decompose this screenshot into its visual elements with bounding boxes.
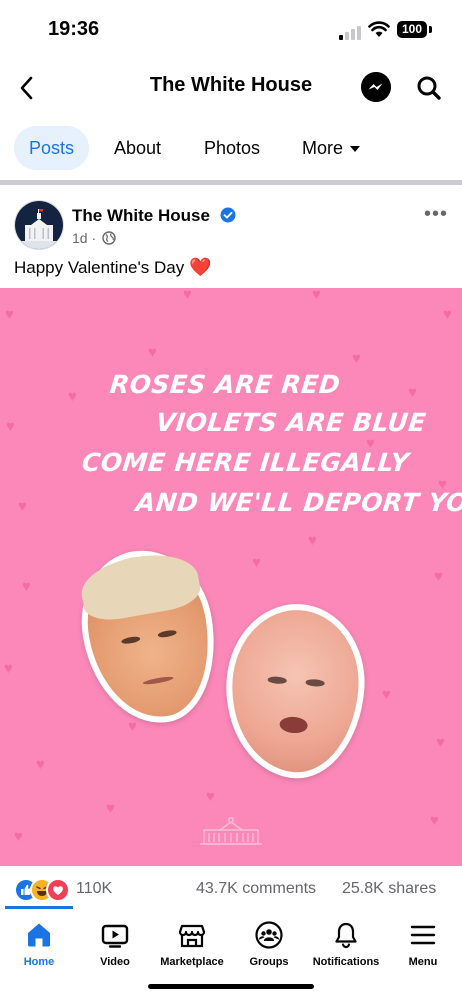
- comment-count[interactable]: 43.7K comments: [196, 880, 316, 898]
- nav-home-label: Home: [23, 956, 55, 968]
- video-icon: [101, 924, 129, 948]
- mouth: [279, 715, 309, 735]
- nav-marketplace-label: Marketplace: [160, 956, 224, 968]
- nav-groups[interactable]: Groups: [228, 920, 310, 984]
- tab-more-label: More: [302, 138, 344, 158]
- post-time[interactable]: 1d: [72, 230, 88, 246]
- nav-groups-label: Groups: [249, 956, 289, 968]
- nav-menu[interactable]: Menu: [382, 920, 462, 984]
- status-time: 19:36: [48, 18, 100, 40]
- nav-video-label: Video: [100, 956, 130, 968]
- heart-emoji: ❤️: [188, 257, 212, 277]
- nav-notifications[interactable]: Notifications: [305, 920, 387, 984]
- love-reaction-icon: [46, 878, 70, 902]
- mouth: [142, 675, 174, 686]
- battery-nub: [429, 26, 432, 33]
- right-eye: [157, 628, 178, 639]
- share-count[interactable]: 25.8K shares: [342, 880, 436, 898]
- post-header: The White House 1d · •••: [0, 195, 462, 255]
- white-house-logo: [15, 201, 63, 249]
- poem-line: ROSES ARE RED: [108, 370, 342, 399]
- verified-badge-icon: [220, 207, 236, 223]
- status-bar: 19:36 100: [0, 0, 462, 60]
- white-house-logo: [200, 817, 262, 845]
- left-eye: [267, 676, 288, 684]
- home-indicator: [148, 984, 314, 989]
- active-tab-indicator: [5, 906, 73, 909]
- signal-icon: [339, 24, 363, 40]
- poem-line: COME HERE ILLEGALLY: [80, 448, 411, 477]
- reaction-icons[interactable]: [14, 878, 74, 902]
- tab-photos[interactable]: Photos: [204, 126, 260, 170]
- avatar[interactable]: [14, 200, 64, 250]
- tab-about[interactable]: About: [114, 126, 161, 170]
- bell-icon: [335, 922, 357, 949]
- nav-home[interactable]: Home: [0, 920, 80, 984]
- section-divider: [0, 180, 462, 185]
- messenger-icon[interactable]: [361, 72, 391, 102]
- nav-notifications-label: Notifications: [312, 956, 380, 968]
- nav-marketplace[interactable]: Marketplace: [151, 920, 233, 984]
- wifi-icon: [368, 21, 390, 37]
- poem-line: VIOLETS ARE BLUE: [154, 408, 428, 437]
- tab-more[interactable]: More: [302, 126, 361, 170]
- nav-menu-label: Menu: [408, 956, 438, 968]
- page-tabs: Posts About Photos More: [0, 126, 462, 172]
- post-meta: 1d ·: [72, 230, 116, 246]
- left-eye: [120, 635, 141, 646]
- groups-icon: [255, 921, 283, 949]
- menu-icon: [410, 925, 436, 945]
- globe-icon: [102, 231, 116, 245]
- post-author[interactable]: The White House: [72, 206, 236, 226]
- caret-down-icon: [350, 146, 361, 153]
- marketplace-icon: [178, 924, 206, 948]
- post-author-name: The White House: [72, 206, 210, 225]
- valentine-poem: ROSES ARE RED VIOLETS ARE BLUE COME HERE…: [0, 288, 462, 866]
- search-icon[interactable]: [414, 73, 444, 103]
- reaction-count[interactable]: 110K: [76, 880, 112, 898]
- right-eye: [305, 678, 325, 687]
- nav-video[interactable]: Video: [74, 920, 156, 984]
- page-header: The White House: [0, 60, 462, 116]
- post-options-icon[interactable]: •••: [424, 203, 448, 226]
- reactions-bar: 110K 43.7K comments 25.8K shares: [0, 872, 462, 908]
- home-icon: [28, 923, 50, 947]
- poem-line: AND WE'LL DEPORT YOU: [134, 488, 462, 517]
- post-meta-separator: ·: [91, 230, 97, 246]
- post-text: Happy Valentine's Day ❤️: [14, 257, 211, 278]
- page-title: The White House: [149, 74, 313, 96]
- post-caption: Happy Valentine's Day: [14, 258, 185, 277]
- post-image[interactable]: ♥ ♥ ♥ ♥ ♥ ♥ ♥ ♥ ♥ ♥ ♥ ♥ ♥ ♥ ♥ ♥ ♥ ♥ ♥ ♥ …: [0, 288, 462, 866]
- battery-icon: 100: [397, 21, 427, 38]
- tab-posts[interactable]: Posts: [14, 126, 90, 170]
